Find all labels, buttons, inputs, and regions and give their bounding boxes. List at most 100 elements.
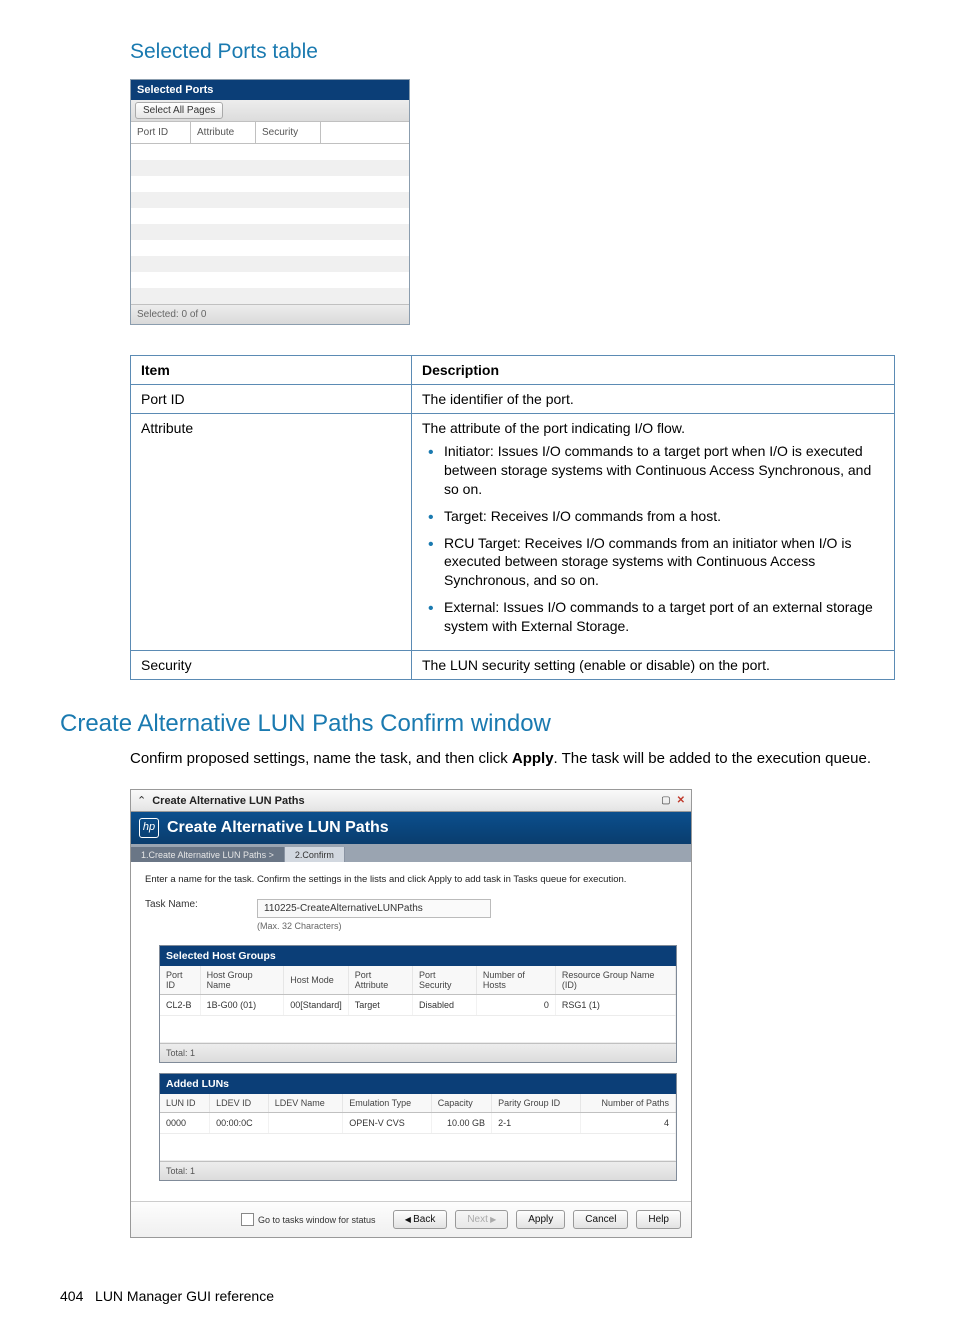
task-name-row: Task Name: 110225-CreateAlternativeLUNPa… bbox=[145, 899, 677, 931]
shg-cell: 0 bbox=[476, 995, 555, 1016]
cancel-button[interactable]: Cancel bbox=[573, 1210, 628, 1229]
list-item: External: Issues I/O commands to a targe… bbox=[440, 598, 884, 636]
selected-ports-columns: Port ID Attribute Security bbox=[131, 122, 409, 144]
shg-cell: 00[Standard] bbox=[284, 995, 349, 1016]
maximize-icon[interactable]: ▢ bbox=[661, 795, 670, 806]
blue-header-text: Create Alternative LUN Paths bbox=[167, 819, 389, 837]
shg-footer: Total: 1 bbox=[160, 1043, 676, 1062]
selected-host-groups-table: Selected Host Groups Port ID Host Group … bbox=[159, 945, 677, 1063]
text-post: . The task will be added to the executio… bbox=[554, 750, 871, 767]
page-footer: 404 LUN Manager GUI reference bbox=[60, 1288, 894, 1304]
back-button[interactable]: ◀ Back bbox=[393, 1210, 448, 1229]
luns-data-row[interactable]: 0000 00:00:0C OPEN-V CVS 10.00 GB 2-1 4 bbox=[160, 1113, 676, 1134]
th-item: Item bbox=[131, 356, 412, 385]
attr-intro: The attribute of the port indicating I/O… bbox=[422, 420, 884, 436]
luns-title: Added LUNs bbox=[160, 1074, 676, 1094]
window-footer: Go to tasks window for status ◀ Back Nex… bbox=[131, 1201, 691, 1237]
window-blue-header: hp Create Alternative LUN Paths bbox=[131, 812, 691, 844]
text-pre: Confirm proposed settings, name the task… bbox=[130, 750, 512, 767]
table-row: Attribute The attribute of the port indi… bbox=[131, 414, 895, 651]
triangle-left-icon: ◀ bbox=[405, 1215, 413, 1224]
luns-footer: Total: 1 bbox=[160, 1161, 676, 1180]
selected-ports-footer: Selected: 0 of 0 bbox=[131, 305, 409, 324]
go-to-tasks-checkbox-wrap[interactable]: Go to tasks window for status bbox=[241, 1213, 376, 1226]
task-name-input-wrap: 110225-CreateAlternativeLUNPaths (Max. 3… bbox=[257, 899, 491, 931]
shg-th[interactable]: Host Group Name bbox=[200, 966, 284, 995]
go-to-tasks-label: Go to tasks window for status bbox=[258, 1215, 376, 1225]
titlebar-controls: ▢ ✕ bbox=[661, 795, 685, 806]
col-security[interactable]: Security bbox=[256, 122, 321, 143]
shg-th[interactable]: Number of Hosts bbox=[476, 966, 555, 995]
task-name-field[interactable]: 110225-CreateAlternativeLUNPaths bbox=[257, 899, 491, 918]
shg-th[interactable]: Port Attribute bbox=[348, 966, 412, 995]
selected-ports-rows-empty bbox=[131, 144, 409, 305]
luns-cell: 0000 bbox=[160, 1113, 210, 1134]
luns-cell bbox=[268, 1113, 343, 1134]
description-table: Item Description Port ID The identifier … bbox=[130, 355, 895, 680]
selected-ports-toolbar: Select All Pages bbox=[131, 100, 409, 122]
shg-th[interactable]: Host Mode bbox=[284, 966, 349, 995]
shg-cell: Target bbox=[348, 995, 412, 1016]
triangle-right-icon: ▶ bbox=[488, 1215, 496, 1224]
col-attribute[interactable]: Attribute bbox=[191, 122, 256, 143]
section-confirm-title: Create Alternative LUN Paths Confirm win… bbox=[60, 710, 894, 738]
luns-th[interactable]: Capacity bbox=[431, 1094, 491, 1113]
luns-cell: 4 bbox=[580, 1113, 675, 1134]
select-all-pages-button[interactable]: Select All Pages bbox=[135, 102, 223, 119]
table-row: Port ID The identifier of the port. bbox=[131, 385, 895, 414]
table-row: Security The LUN security setting (enabl… bbox=[131, 651, 895, 680]
luns-grid: LUN ID LDEV ID LDEV Name Emulation Type … bbox=[160, 1094, 676, 1161]
shg-title: Selected Host Groups bbox=[160, 946, 676, 966]
shg-th[interactable]: Resource Group Name (ID) bbox=[555, 966, 675, 995]
cell-desc: The attribute of the port indicating I/O… bbox=[412, 414, 895, 651]
wizard-tabs: 1.Create Alternative LUN Paths > 2.Confi… bbox=[131, 844, 691, 862]
window-body: Enter a name for the task. Confirm the s… bbox=[131, 862, 691, 1201]
confirm-description: Confirm proposed settings, name the task… bbox=[130, 748, 894, 769]
shg-grid: Port ID Host Group Name Host Mode Port A… bbox=[160, 966, 676, 1043]
list-item: Initiator: Issues I/O commands to a targ… bbox=[440, 442, 884, 499]
instruction-text: Enter a name for the task. Confirm the s… bbox=[145, 874, 677, 885]
text-bold: Apply bbox=[512, 750, 554, 767]
cell-desc: The identifier of the port. bbox=[412, 385, 895, 414]
shg-data-row[interactable]: CL2-B 1B-G00 (01) 00[Standard] Target Di… bbox=[160, 995, 676, 1016]
col-spacer bbox=[321, 122, 409, 143]
selected-ports-header: Selected Ports bbox=[131, 80, 409, 100]
shg-header-row: Port ID Host Group Name Host Mode Port A… bbox=[160, 966, 676, 995]
luns-th[interactable]: LDEV ID bbox=[210, 1094, 269, 1113]
luns-th[interactable]: Number of Paths bbox=[580, 1094, 675, 1113]
cell-item: Security bbox=[131, 651, 412, 680]
cell-desc: The LUN security setting (enable or disa… bbox=[412, 651, 895, 680]
next-button: Next ▶ bbox=[455, 1210, 508, 1229]
task-name-label: Task Name: bbox=[145, 899, 225, 910]
shg-cell: 1B-G00 (01) bbox=[200, 995, 284, 1016]
shg-th[interactable]: Port Security bbox=[413, 966, 477, 995]
shg-empty-row bbox=[160, 1016, 676, 1043]
luns-th[interactable]: Parity Group ID bbox=[492, 1094, 581, 1113]
col-port-id[interactable]: Port ID bbox=[131, 122, 191, 143]
shg-th[interactable]: Port ID bbox=[160, 966, 200, 995]
close-icon[interactable]: ✕ bbox=[677, 795, 685, 806]
luns-th[interactable]: LDEV Name bbox=[268, 1094, 343, 1113]
luns-th[interactable]: Emulation Type bbox=[343, 1094, 432, 1113]
luns-th[interactable]: LUN ID bbox=[160, 1094, 210, 1113]
window-titlebar: ⌃ Create Alternative LUN Paths ▢ ✕ bbox=[131, 790, 691, 812]
added-luns-table: Added LUNs LUN ID LDEV ID LDEV Name Emul… bbox=[159, 1073, 677, 1181]
confirm-window: ⌃ Create Alternative LUN Paths ▢ ✕ hp Cr… bbox=[130, 789, 692, 1238]
luns-cell: 2-1 bbox=[492, 1113, 581, 1134]
page-footer-text: LUN Manager GUI reference bbox=[95, 1288, 274, 1304]
apply-button[interactable]: Apply bbox=[516, 1210, 565, 1229]
shg-cell: CL2-B bbox=[160, 995, 200, 1016]
tab-step-1[interactable]: 1.Create Alternative LUN Paths > bbox=[131, 847, 285, 862]
th-description: Description bbox=[412, 356, 895, 385]
luns-empty-row bbox=[160, 1134, 676, 1161]
help-button[interactable]: Help bbox=[636, 1210, 681, 1229]
selected-ports-widget: Selected Ports Select All Pages Port ID … bbox=[130, 79, 410, 325]
collapse-icon[interactable]: ⌃ bbox=[137, 794, 146, 807]
checkbox-icon[interactable] bbox=[241, 1213, 254, 1226]
luns-cell: 10.00 GB bbox=[431, 1113, 491, 1134]
luns-cell: 00:00:0C bbox=[210, 1113, 269, 1134]
luns-header-row: LUN ID LDEV ID LDEV Name Emulation Type … bbox=[160, 1094, 676, 1113]
tab-step-2-confirm[interactable]: 2.Confirm bbox=[285, 847, 345, 862]
table-header-row: Item Description bbox=[131, 356, 895, 385]
cell-item: Attribute bbox=[131, 414, 412, 651]
